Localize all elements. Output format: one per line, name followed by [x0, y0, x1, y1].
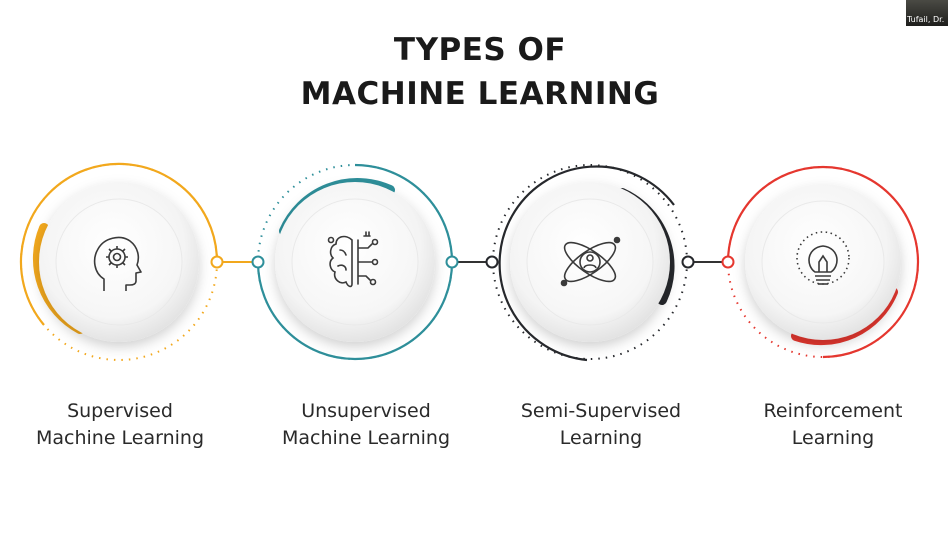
label-semi-supervised: Semi-Supervised Learning — [486, 398, 716, 452]
label-line-2: Machine Learning — [35, 427, 205, 449]
label-unsupervised: Unsupervised Machine Learning — [251, 398, 481, 452]
inner-disc — [55, 198, 183, 326]
connector-node-left — [485, 255, 499, 269]
connector-node-right — [681, 255, 695, 269]
circle-unsupervised — [251, 163, 459, 361]
circle-supervised — [19, 162, 224, 361]
participant-name: Tufail, Dr. — [907, 15, 945, 24]
label-supervised: Supervised Machine Learning — [5, 398, 235, 452]
label-line-2: Learning — [791, 427, 875, 449]
label-line-2: Learning — [559, 427, 643, 449]
slide: TYPES OF MACHINE LEARNING Supervised Mac… — [0, 0, 948, 533]
inner-disc — [526, 198, 654, 326]
label-line-2: Machine Learning — [281, 427, 451, 449]
connector-node-left — [721, 255, 735, 269]
connector-node-right — [445, 255, 459, 269]
connector-node-right — [210, 255, 224, 269]
inner-disc — [761, 200, 885, 324]
label-line-1: Reinforcement — [763, 400, 903, 422]
ml-types-diagram — [19, 162, 920, 362]
label-line-1: Unsupervised — [301, 400, 431, 422]
circle-semi-supervised — [485, 164, 695, 362]
label-line-1: Supervised — [67, 400, 173, 422]
circle-reinforcement — [721, 165, 920, 359]
label-line-1: Semi-Supervised — [520, 400, 682, 422]
participant-video-thumbnail[interactable]: Tufail, Dr. — [906, 0, 948, 26]
inner-disc — [291, 198, 419, 326]
connector-node-left — [251, 255, 265, 269]
label-reinforcement: Reinforcement Learning — [718, 398, 948, 452]
